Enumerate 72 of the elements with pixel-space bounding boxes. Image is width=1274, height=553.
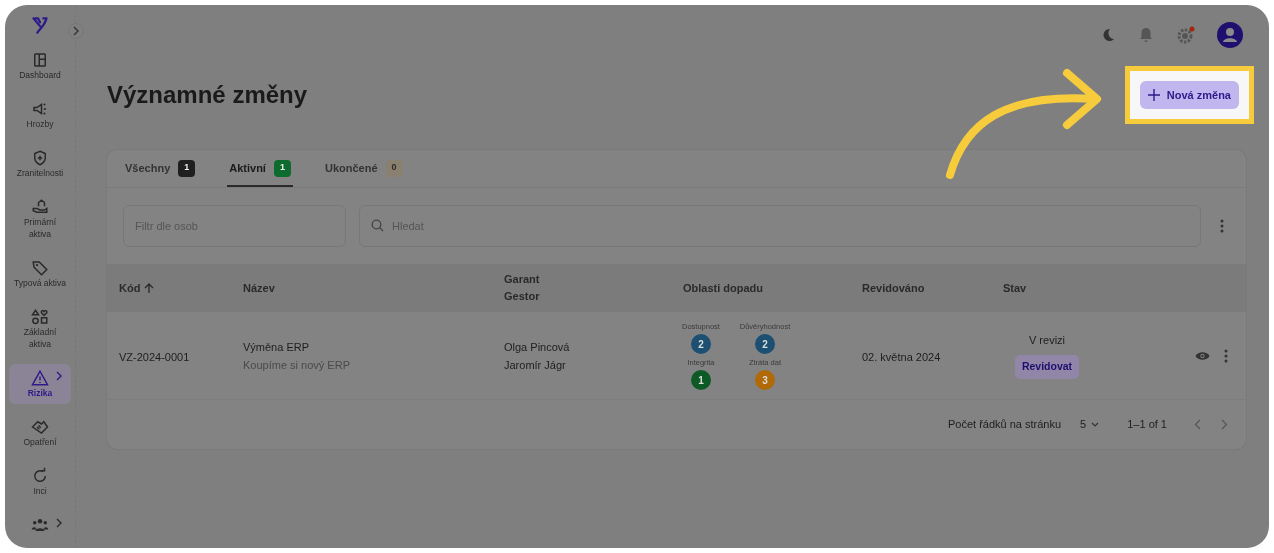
sidebar-label: Hrozby [26, 118, 54, 130]
new-button[interactable]: Nová změna [1139, 81, 1239, 109]
chevron-right-icon [55, 371, 63, 381]
sidebar-toggle-button[interactable] [68, 23, 84, 39]
sidebar-item[interactable]: Primární aktiva [9, 193, 71, 245]
bell-icon[interactable] [1138, 27, 1154, 43]
status-text: V revizi [1028, 333, 1066, 349]
eye-icon[interactable] [1195, 350, 1210, 361]
sidebar-label: Typová aktiva [14, 277, 66, 289]
sidebar-item[interactable]: Inci [9, 462, 71, 502]
chevron-down-icon [1091, 421, 1100, 428]
sidebar-item[interactable]: Zranitelnosti [9, 144, 71, 184]
column-header: Stav [1003, 280, 1027, 296]
table-cell: 02. května 2024 [862, 350, 941, 363]
column-header: Název [243, 280, 275, 296]
search-icon [371, 219, 384, 232]
column-header: Revidováno [862, 280, 925, 296]
more-vertical-icon[interactable] [1224, 348, 1228, 363]
review-button[interactable]: Revidovat [1014, 354, 1080, 379]
sidebar-label: Opatření [23, 436, 57, 448]
sidebar-label: Primární aktiva [22, 216, 58, 240]
impact-score-badge: 3 [755, 370, 775, 391]
settings-icon[interactable] [1176, 25, 1195, 45]
avatar-icon[interactable] [1217, 22, 1243, 48]
tab[interactable]: Všechny 1 [123, 151, 198, 187]
tag-icon [31, 259, 49, 277]
warning-icon [31, 369, 49, 387]
people-icon [31, 516, 49, 534]
impact-score-badge: 1 [691, 370, 711, 391]
rows-per-page-select[interactable]: 5 [1080, 416, 1100, 433]
sidebar-label: Zranitelnosti [16, 167, 64, 179]
column-header: Garant [504, 272, 541, 287]
table-cell-text: Jaromír Jágr [504, 357, 567, 373]
count-badge: 0 [385, 159, 403, 177]
more-vertical-icon[interactable] [1220, 219, 1224, 233]
page-range: 1–1 of 1 [1127, 417, 1167, 433]
sidebar-item[interactable]: Základní aktiva [9, 303, 71, 355]
tab[interactable]: Aktivní 1 [227, 151, 293, 187]
sidebar-item[interactable]: Hrozby [9, 95, 71, 135]
sidebar-item[interactable]: Rizika [9, 364, 71, 404]
count-badge: 1 [178, 159, 196, 177]
sidebar-item[interactable]: Dashboard [9, 46, 71, 86]
count-badge: 1 [273, 159, 291, 177]
column-header: Gestor [504, 289, 541, 304]
table-cell-text: Olga Pincová [504, 339, 571, 355]
table-cell-text: Výměna ERP [243, 339, 311, 355]
impact-score-badge: 2 [755, 334, 775, 354]
sidebar-item[interactable]: Typová aktiva [9, 254, 71, 294]
sidebar-label: Rizika [27, 387, 53, 399]
chevron-right-icon [72, 26, 80, 36]
shapes-icon [31, 308, 49, 326]
hand-icon [31, 198, 49, 216]
sidebar-label: Dashboard [19, 69, 61, 81]
shield-icon [31, 149, 49, 167]
chevron-right-icon [55, 518, 63, 528]
column-header: Oblasti dopadu [683, 280, 764, 296]
impact-score-badge: 2 [691, 334, 711, 354]
tab[interactable]: Ukončené 0 [322, 151, 405, 187]
sidebar-label: Základní aktiva [22, 326, 58, 350]
handshake-icon [31, 418, 49, 436]
rows-per-page-label: Počet řádků na stránku [948, 417, 1062, 433]
chevron-right-icon[interactable] [1221, 419, 1228, 430]
sidebar-item[interactable]: Opatření [9, 413, 71, 453]
plus-icon [1147, 89, 1160, 101]
sidebar-label: Inci [33, 485, 47, 497]
table-cell: VZ-2024-0001 [119, 350, 190, 363]
page-title: Významné změny [107, 80, 308, 110]
megaphone-icon [31, 100, 49, 118]
chevron-left-icon[interactable] [1194, 419, 1201, 430]
refresh-icon [31, 467, 49, 485]
layout-icon [31, 51, 49, 69]
column-header: Kód [119, 280, 141, 296]
